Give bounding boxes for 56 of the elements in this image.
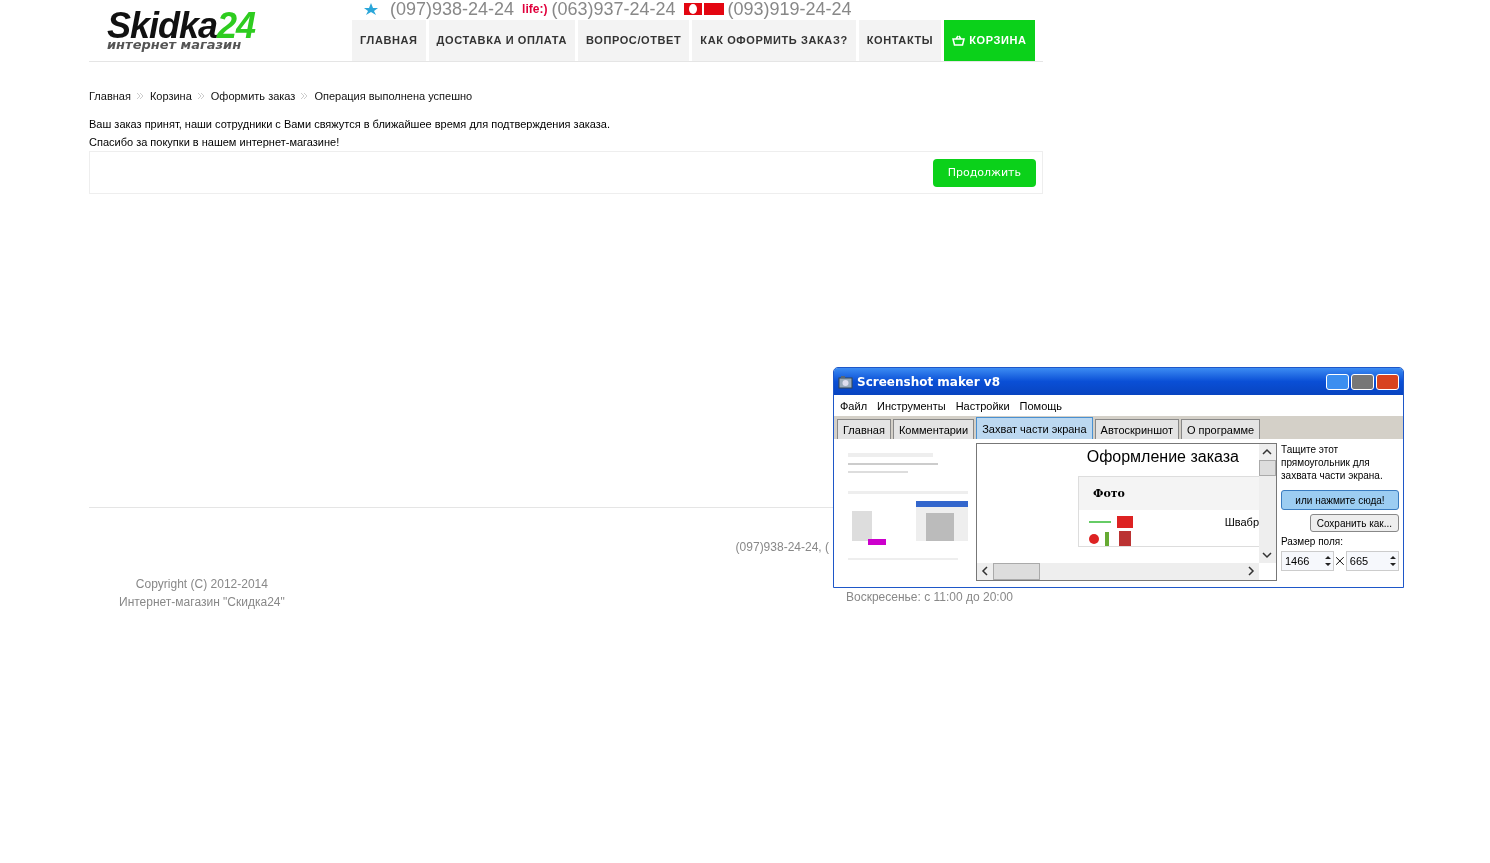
close-button[interactable] [1376,373,1399,390]
nav-link[interactable]: ГЛАВНАЯ [352,20,426,61]
breadcrumb-link[interactable]: Корзина [149,90,192,102]
vertical-scrollbar[interactable] [1259,444,1276,563]
size-label: Размер поля: [1281,536,1344,547]
message-text: Спасибо за покупки в нашем интернет-магазине! [89,135,341,150]
tab[interactable]: Главная [837,419,891,439]
phone-number: (093)919-24-24 [727,0,852,18]
product-name: Швабр [1224,516,1259,530]
logo-tagline: интернет магазин [107,39,242,51]
hint-text: Тащите этот прямоугольник для захвата части экрана. [1281,443,1384,482]
horizontal-scrollbar[interactable] [977,563,1259,580]
capture-button[interactable]: или нажмите сюда! [1281,490,1399,510]
camera-icon [838,374,853,389]
preview-heading: Оформление заказа [1086,448,1239,466]
breadcrumb-link[interactable]: Оформить заказ [210,90,296,102]
copyright-text: Copyright (C) 2012-2014 [135,576,268,593]
tab[interactable]: Комментарии [892,419,975,439]
site-logo[interactable]: Skidka24 интернет магазин [89,0,352,61]
egg-icon [683,3,724,15]
chevron-icon [136,93,144,99]
nav-link[interactable]: КОНТАКТЫ [858,20,942,61]
nav-link[interactable]: ДОСТАВКА И ОПЛАТА [428,20,575,61]
phone-number: (097)938-24-24 [390,0,515,18]
menu-item[interactable]: Инструменты [877,399,946,412]
operator-label: life:) [522,2,548,16]
phone-number: (063)937-24-24 [551,0,676,18]
working-hours: Воскресенье: с 11:00 до 20:00 [846,590,1013,604]
basket-icon [952,35,966,46]
spin-arrows-icon [1388,554,1398,568]
window-title: Screenshot maker v8 [857,374,1000,389]
tab[interactable]: Захват части экрана [976,417,1093,439]
height-spinner[interactable]: 665 [1345,551,1399,571]
nav-link[interactable]: КАК ОФОРМИТЬ ЗАКАЗ? [692,20,856,61]
scroll-thumb[interactable] [1259,460,1276,476]
save-as-button[interactable]: Сохранить как... [1309,514,1399,532]
scroll-thumb[interactable] [993,563,1040,580]
current-page-text: Операция выполнена успешно [314,90,473,102]
menu-item[interactable]: Помощь [1019,399,1063,412]
minimize-button[interactable] [1326,373,1349,390]
chevron-icon [197,93,205,99]
menu-item[interactable]: Файл [840,399,868,412]
maximize-button[interactable] [1351,373,1374,390]
footer-phones: (097)938-24-24, ( [735,540,829,554]
width-spinner[interactable]: 1466 [1281,551,1335,571]
nav-link[interactable]: ВОПРОС/ОТВЕТ [577,20,690,61]
column-header: Фото [1079,477,1259,510]
message-text: Ваш заказ принят, наши сотрудники с Вами свяжутся в ближайшее время для подтверждения заказа. [89,117,612,132]
tab[interactable]: О программе [1180,419,1261,439]
multiply-icon [1336,557,1344,565]
shop-name-text: Интернет-магазин "Скидка24" [119,594,285,611]
chevron-icon [301,93,309,99]
tab[interactable]: Автоскриншот [1094,419,1179,439]
breadcrumb-link[interactable]: Главная [89,90,131,102]
menu-item[interactable]: Настройки [955,399,1010,412]
spin-arrows-icon [1323,554,1334,568]
